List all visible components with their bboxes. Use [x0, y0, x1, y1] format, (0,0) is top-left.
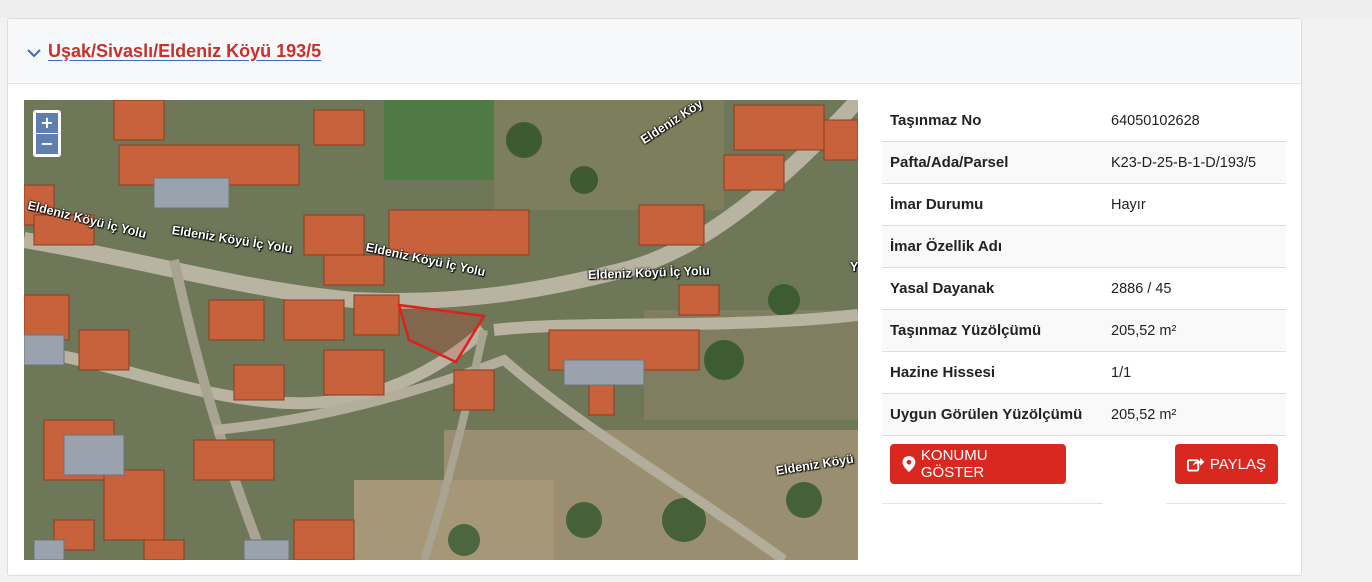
info-label: Hazine Hissesi — [890, 364, 996, 381]
info-row: İmar Durumu Hayır — [882, 184, 1286, 226]
info-row: Uygun Görülen Yüzölçümü 205,52 m² — [882, 394, 1286, 436]
info-value: Hayır — [1111, 196, 1146, 213]
share-button[interactable]: PAYLAŞ — [1175, 444, 1278, 484]
info-label: Yasal Dayanak — [890, 280, 995, 297]
info-value: 205,52 m² — [1111, 322, 1177, 339]
info-value: 64050102628 — [1111, 112, 1200, 129]
action-buttons: KONUMU GÖSTER PAYLAŞ — [882, 436, 1286, 496]
info-label: Uygun Görülen Yüzölçümü — [890, 406, 1083, 423]
share-label: PAYLAŞ — [1209, 455, 1266, 473]
divider — [882, 503, 1103, 504]
info-label: Taşınmaz Yüzölçümü — [890, 322, 1042, 339]
parcel-info-table: Taşınmaz No 64050102628 Pafta/Ada/Parsel K2… — [882, 100, 1286, 504]
show-location-label: KONUMU GÖSTER — [920, 447, 988, 481]
info-value: 205,52 m² — [1111, 406, 1177, 423]
top-band — [0, 0, 1372, 18]
panel-header[interactable]: Uşak/Sivaslı/Eldeniz Köyü 193/5 — [8, 19, 1301, 84]
info-row: İmar Özellik Adı — [882, 226, 1286, 268]
info-value: K23-D-25-B-1-D/193/5 — [1111, 154, 1257, 171]
info-row: Yasal Dayanak 2886 / 45 — [882, 268, 1286, 310]
info-row: Hazine Hissesi 1/1 — [882, 352, 1286, 394]
parcel-panel: Uşak/Sivaslı/Eldeniz Köyü 193/5 + − Elde… — [7, 18, 1302, 576]
road-label: Y — [850, 260, 858, 274]
info-row: Taşınmaz Yüzölçümü 205,52 m² — [882, 310, 1286, 352]
divider — [1166, 503, 1286, 504]
map-imagery — [24, 100, 858, 560]
map-marker-icon — [902, 456, 916, 472]
info-label: Taşınmaz No — [890, 112, 982, 129]
info-value: 1/1 — [1111, 364, 1132, 381]
info-row: Pafta/Ada/Parsel K23-D-25-B-1-D/193/5 — [882, 142, 1286, 184]
zoom-control: + − — [33, 110, 61, 157]
zoom-out-button[interactable]: − — [36, 134, 58, 154]
info-row: Taşınmaz No 64050102628 — [882, 100, 1286, 142]
share-icon — [1187, 457, 1205, 472]
parcel-title-link[interactable]: Uşak/Sivaslı/Eldeniz Köyü 193/5 — [48, 41, 321, 62]
info-label: Pafta/Ada/Parsel — [890, 154, 1009, 171]
info-label: İmar Durumu — [890, 196, 984, 213]
show-location-button[interactable]: KONUMU GÖSTER — [890, 444, 1066, 484]
info-value: 2886 / 45 — [1111, 280, 1172, 297]
zoom-in-button[interactable]: + — [36, 113, 58, 133]
chevron-down-icon[interactable] — [26, 45, 42, 61]
info-label: İmar Özellik Adı — [890, 238, 1002, 255]
satellite-map[interactable]: + − Eldeniz Köyü İç Yolu Eldeniz Köyü İç… — [24, 100, 858, 560]
